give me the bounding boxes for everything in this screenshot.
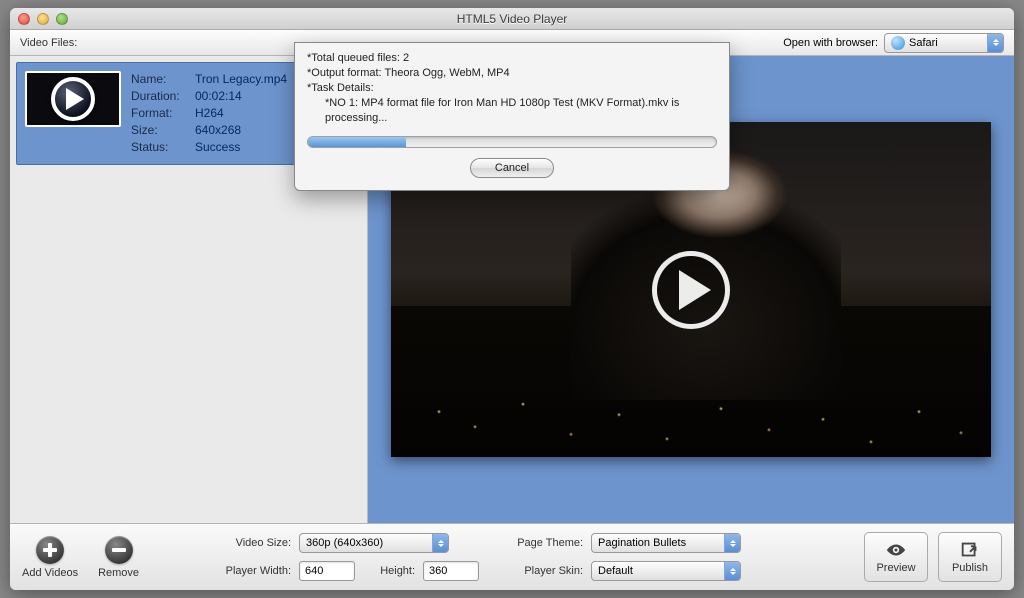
player-width-label: Player Width: [207,565,291,577]
dialog-line-details: *Task Details: [307,81,717,96]
page-theme-value: Pagination Bullets [598,537,686,549]
meta-label-duration: Duration: [131,88,195,105]
dialog-text: *Total queued files: 2 *Output format: T… [307,51,717,126]
safari-icon [891,36,905,50]
player-skin-value: Default [598,565,633,577]
add-videos-label: Add Videos [22,567,78,579]
meta-label-format: Format: [131,105,195,122]
video-size-label: Video Size: [207,537,291,549]
publish-button[interactable]: Publish [938,532,1002,582]
file-meta: Name:Tron Legacy.mp4 Duration:00:02:14 F… [131,71,287,156]
meta-value-status: Success [195,139,240,156]
file-thumbnail [25,71,121,127]
progress-bar [307,136,717,148]
player-width-input[interactable] [299,561,355,581]
player-skin-label: Player Skin: [499,565,583,577]
publish-button-label: Publish [952,562,988,574]
preview-button-label: Preview [876,562,915,574]
publish-icon [959,540,981,560]
video-files-label: Video Files: [20,37,77,49]
titlebar: HTML5 Video Player [10,8,1014,30]
meta-label-size: Size: [131,122,195,139]
add-videos-button[interactable]: Add Videos [22,536,78,579]
minus-icon [105,536,133,564]
minimize-window-button[interactable] [37,13,49,25]
chevron-updown-icon [432,534,448,552]
remove-button[interactable]: Remove [98,536,139,579]
cancel-button[interactable]: Cancel [470,158,554,178]
play-icon [679,270,711,310]
plus-icon [36,536,64,564]
chevron-updown-icon [987,34,1003,52]
preview-button[interactable]: Preview [864,532,928,582]
meta-value-size: 640x268 [195,122,241,139]
dialog-line-queued: *Total queued files: 2 [307,51,717,66]
remove-label: Remove [98,567,139,579]
meta-label-status: Status: [131,139,195,156]
zoom-window-button[interactable] [56,13,68,25]
close-window-button[interactable] [18,13,30,25]
dialog-line-task: *NO 1: MP4 format file for Iron Man HD 1… [307,96,717,126]
dialog-line-format: *Output format: Theora Ogg, WebM, MP4 [307,66,717,81]
window-title: HTML5 Video Player [10,12,1014,26]
chevron-updown-icon [724,562,740,580]
meta-label-name: Name: [131,71,195,88]
browser-select[interactable]: Safari [884,33,1004,53]
eye-icon [885,540,907,560]
play-button[interactable] [652,251,730,329]
traffic-lights [10,13,68,25]
play-icon [51,77,95,121]
meta-value-duration: 00:02:14 [195,88,242,105]
meta-value-name: Tron Legacy.mp4 [195,71,287,88]
height-input[interactable] [423,561,479,581]
bottom-bar: Add Videos Remove Video Size: 360p (640x… [10,523,1014,590]
progress-dialog: *Total queued files: 2 *Output format: T… [294,42,730,191]
page-theme-label: Page Theme: [499,537,583,549]
chevron-updown-icon [724,534,740,552]
player-skin-select[interactable]: Default [591,561,741,581]
video-size-value: 360p (640x360) [306,537,383,549]
meta-value-format: H264 [195,105,224,122]
open-with-browser-label: Open with browser: [783,37,878,49]
browser-select-value: Safari [909,37,938,49]
height-label: Height: [363,565,415,577]
video-size-select[interactable]: 360p (640x360) [299,533,449,553]
page-theme-select[interactable]: Pagination Bullets [591,533,741,553]
